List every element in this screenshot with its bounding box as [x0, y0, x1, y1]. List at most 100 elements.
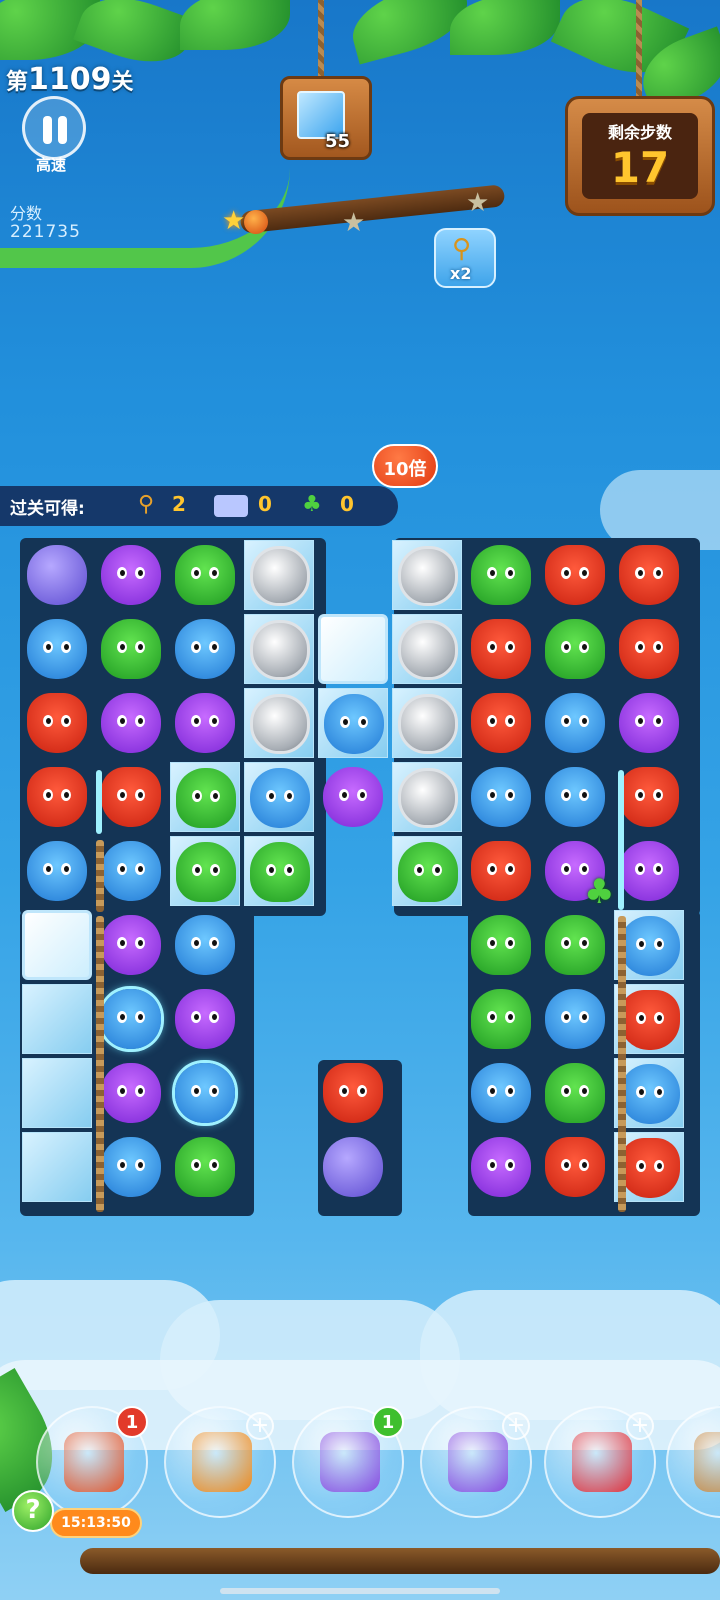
board-cell[interactable]: [614, 540, 684, 610]
board-cell[interactable]: [318, 762, 388, 832]
eye: [210, 864, 220, 876]
board-cell[interactable]: [170, 836, 240, 906]
board-cell[interactable]: [22, 1132, 92, 1202]
home-indicator[interactable]: [220, 1588, 500, 1594]
progress-star-icon: ★: [342, 208, 366, 238]
board-cell[interactable]: [540, 614, 610, 684]
board-cell[interactable]: [170, 1132, 240, 1202]
board-cell[interactable]: [318, 1132, 388, 1202]
bear-piece: [620, 916, 680, 976]
add-booster-icon[interactable]: +: [246, 1412, 274, 1440]
eye: [653, 567, 663, 579]
vertical-rocket-booster[interactable]: +: [544, 1406, 656, 1518]
bear-piece: [101, 1137, 161, 1197]
board-cell[interactable]: [614, 836, 684, 906]
board-cell[interactable]: [244, 688, 314, 758]
eye: [192, 864, 202, 876]
board-cell[interactable]: [318, 688, 388, 758]
board-cell[interactable]: [392, 836, 462, 906]
board-cell[interactable]: [96, 614, 166, 684]
snow-block[interactable]: [22, 910, 92, 980]
shuffle-booster[interactable]: 1: [36, 1406, 148, 1518]
board-cell[interactable]: [96, 762, 166, 832]
eye: [209, 1011, 219, 1023]
board-cell[interactable]: [170, 1058, 240, 1128]
board-cell[interactable]: [540, 540, 610, 610]
eye: [579, 567, 589, 579]
bear-piece: [620, 1064, 680, 1124]
board-cell[interactable]: [614, 762, 684, 832]
bear-piece: [101, 841, 161, 901]
board-cell[interactable]: [392, 540, 462, 610]
board-cell[interactable]: [466, 984, 536, 1054]
eye: [191, 1159, 201, 1171]
eye: [191, 641, 201, 653]
board-cell[interactable]: [540, 1132, 610, 1202]
frog-piece: [545, 915, 605, 975]
board-cell[interactable]: [22, 688, 92, 758]
board-cell[interactable]: [170, 910, 240, 980]
board-cell[interactable]: [614, 614, 684, 684]
board-cell[interactable]: [466, 688, 536, 758]
board-cell[interactable]: [466, 910, 536, 980]
board-cell[interactable]: [170, 984, 240, 1054]
board-cell[interactable]: [96, 836, 166, 906]
eye: [357, 789, 367, 801]
board-cell[interactable]: [96, 910, 166, 980]
eye: [209, 567, 219, 579]
board-cell[interactable]: [96, 1132, 166, 1202]
swap-booster[interactable]: 1: [292, 1406, 404, 1518]
board-cell[interactable]: [540, 762, 610, 832]
board-cell[interactable]: [540, 910, 610, 980]
board-cell[interactable]: [540, 1058, 610, 1128]
add-booster-icon[interactable]: +: [502, 1412, 530, 1440]
board-cell[interactable]: [96, 1058, 166, 1128]
board-cell[interactable]: [392, 614, 462, 684]
board-cell[interactable]: [244, 540, 314, 610]
board-cell[interactable]: [96, 688, 166, 758]
board-cell[interactable]: [540, 688, 610, 758]
board-cell[interactable]: [170, 762, 240, 832]
extra-moves-booster[interactable]: +: [164, 1406, 276, 1518]
board-cell[interactable]: [170, 540, 240, 610]
board-cell[interactable]: [170, 688, 240, 758]
board-cell[interactable]: [392, 688, 462, 758]
board-cell[interactable]: [244, 762, 314, 832]
board-cell[interactable]: [22, 836, 92, 906]
silver-coin-blocker: [398, 546, 458, 606]
goal-box: 55: [280, 76, 372, 160]
board-cell[interactable]: [466, 614, 536, 684]
board-cell[interactable]: [22, 1058, 92, 1128]
board-cell[interactable]: [170, 614, 240, 684]
board-cell[interactable]: [466, 540, 536, 610]
bottom-branch: [80, 1548, 720, 1574]
board-cell[interactable]: [466, 1058, 536, 1128]
horizontal-rocket-booster[interactable]: +: [420, 1406, 532, 1518]
board-cell[interactable]: [22, 614, 92, 684]
hammer-icon: [694, 1432, 720, 1492]
board-cell[interactable]: [244, 836, 314, 906]
eye: [43, 641, 53, 653]
fox-piece: [620, 1138, 680, 1198]
add-booster-icon[interactable]: +: [626, 1412, 654, 1440]
board-cell[interactable]: [614, 688, 684, 758]
snow-block[interactable]: [318, 614, 388, 684]
pause-button[interactable]: [22, 96, 86, 160]
eye: [117, 641, 127, 653]
board-cell[interactable]: [96, 984, 166, 1054]
board-cell[interactable]: [22, 762, 92, 832]
board-cell[interactable]: [96, 540, 166, 610]
board-cell[interactable]: [318, 1058, 388, 1128]
board-cell[interactable]: [466, 1132, 536, 1202]
board-cell[interactable]: [466, 762, 536, 832]
board-cell[interactable]: [392, 762, 462, 832]
fox-piece: [619, 767, 679, 827]
board-cell[interactable]: [540, 984, 610, 1054]
board-cell[interactable]: [22, 984, 92, 1054]
board-cell[interactable]: [244, 614, 314, 684]
eye: [636, 938, 646, 950]
level-label: 第1109关: [6, 62, 134, 97]
help-button[interactable]: ?: [12, 1490, 54, 1532]
board-cell[interactable]: [466, 836, 536, 906]
board-cell[interactable]: [22, 540, 92, 610]
